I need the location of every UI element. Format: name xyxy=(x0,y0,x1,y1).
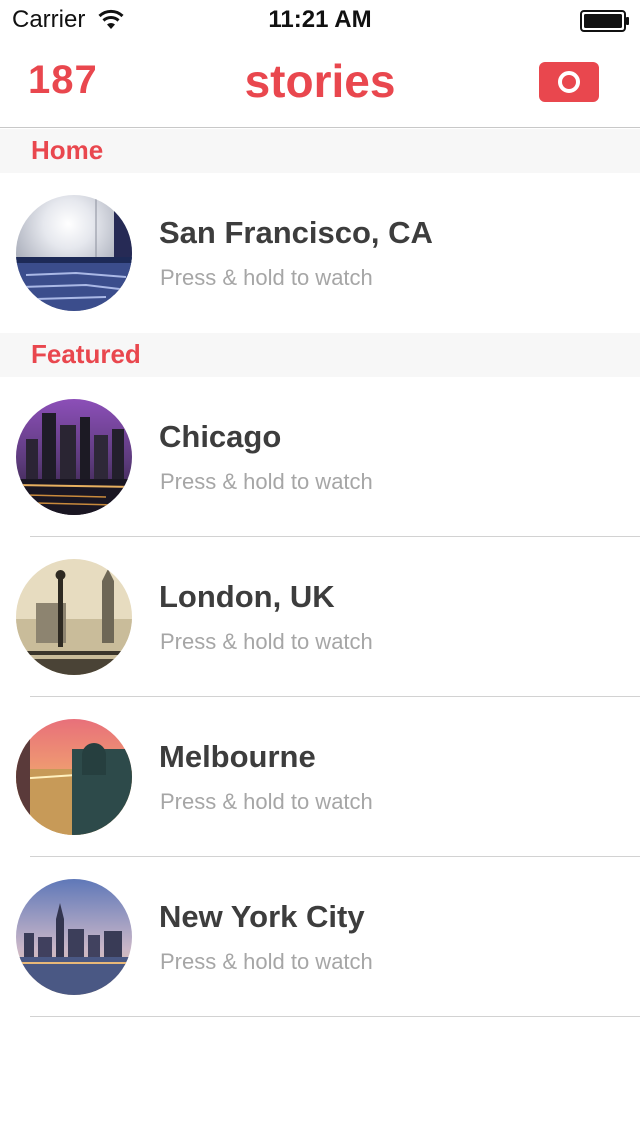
section-label: Home xyxy=(31,135,104,165)
navigation-bar: 187 stories xyxy=(0,40,640,128)
story-row-melbourne[interactable]: Melbourne Press & hold to watch xyxy=(0,697,640,857)
story-row-chicago[interactable]: Chicago Press & hold to watch xyxy=(0,377,640,537)
story-title: Chicago xyxy=(159,419,282,454)
story-row-new-york[interactable]: New York City Press & hold to watch xyxy=(0,857,640,1017)
battery-icon xyxy=(580,10,629,32)
story-thumbnail xyxy=(16,719,132,835)
story-thumbnail xyxy=(16,559,132,675)
story-hint: Press & hold to watch xyxy=(160,629,373,654)
story-hint: Press & hold to watch xyxy=(160,789,373,814)
section-label: Featured xyxy=(31,339,141,369)
story-thumbnail xyxy=(16,879,132,995)
story-row-san-francisco[interactable]: San Francisco, CA Press & hold to watch xyxy=(0,173,640,333)
section-header-home: Home xyxy=(0,129,640,173)
story-row-london[interactable]: London, UK Press & hold to watch xyxy=(0,537,640,697)
story-thumbnail xyxy=(16,399,132,515)
story-thumbnail xyxy=(16,195,132,311)
story-hint: Press & hold to watch xyxy=(160,265,373,290)
story-title: New York City xyxy=(159,899,365,934)
story-hint: Press & hold to watch xyxy=(160,949,373,974)
story-title: San Francisco, CA xyxy=(159,215,433,250)
status-time: 11:21 AM xyxy=(268,6,372,33)
row-divider xyxy=(30,1016,640,1017)
camera-button[interactable] xyxy=(539,62,599,102)
story-hint: Press & hold to watch xyxy=(160,469,373,494)
camera-icon xyxy=(558,71,580,93)
story-title: Melbourne xyxy=(159,739,316,774)
section-header-featured: Featured xyxy=(0,333,640,377)
story-title: London, UK xyxy=(159,579,335,614)
status-bar: Carrier 11:21 AM xyxy=(0,0,640,40)
